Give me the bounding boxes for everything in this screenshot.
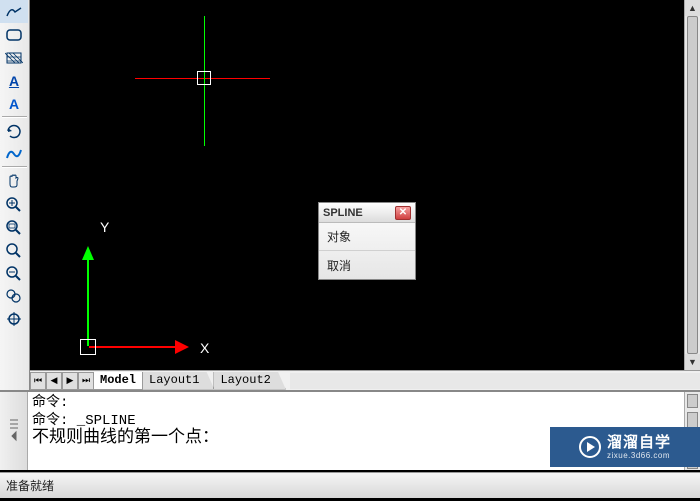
popup-item-cancel[interactable]: 取消	[319, 251, 415, 279]
zoom-window-icon[interactable]	[0, 215, 28, 238]
ucs-y-label: Y	[100, 219, 109, 235]
popup-title: SPLINE	[323, 207, 363, 219]
zoom-in-icon[interactable]	[0, 192, 28, 215]
close-icon[interactable]: ✕	[395, 206, 411, 220]
watermark-logo: 溜溜自学 zixue.3d66.com	[550, 427, 700, 467]
tab-nav-last-icon[interactable]: ⏭	[78, 372, 94, 390]
spline-context-menu: SPLINE ✕ 对象 取消	[318, 202, 416, 280]
tab-nav-first-icon[interactable]: ⏮	[30, 372, 46, 390]
pan-icon[interactable]	[0, 169, 28, 192]
hatch-icon[interactable]	[0, 46, 28, 69]
toolbar-separator	[2, 116, 27, 118]
scroll-up-icon[interactable]	[687, 394, 698, 408]
canvas-scrollbar-vertical[interactable]: ▲ ▼	[684, 0, 700, 370]
ucs-x-label: X	[200, 340, 209, 356]
popup-item-object[interactable]: 对象	[319, 223, 415, 251]
left-toolbar: A A	[0, 0, 30, 390]
tab-nav-next-icon[interactable]: ▶	[62, 372, 78, 390]
command-panel-handle-icon[interactable]	[0, 392, 28, 470]
tab-model[interactable]: Model	[93, 372, 143, 390]
rectangle-icon[interactable]	[0, 23, 28, 46]
layout-tab-bar: ⏮ ◀ ▶ ⏭ Model Layout1 Layout2	[30, 370, 700, 390]
text-annotation-icon[interactable]: A	[0, 69, 28, 92]
play-icon	[579, 436, 601, 458]
status-bar: 准备就绪	[0, 472, 700, 498]
zoom-center-icon[interactable]	[0, 307, 28, 330]
watermark-brand: 溜溜自学	[607, 435, 671, 450]
zoom-scale-icon[interactable]	[0, 284, 28, 307]
text-icon[interactable]: A	[0, 92, 28, 115]
tab-layout1[interactable]: Layout1	[142, 372, 214, 390]
toolbar-separator-2	[2, 166, 27, 168]
drawing-canvas[interactable]: Y X SPLINE ✕ 对象 取消 ▲ ▼	[30, 0, 700, 370]
scroll-thumb[interactable]	[687, 16, 698, 354]
zoom-extents-icon[interactable]	[0, 238, 28, 261]
scroll-up-icon[interactable]: ▲	[685, 0, 700, 16]
polyline-icon[interactable]	[0, 0, 28, 23]
command-history-line: 命令:	[32, 394, 680, 412]
tab-scroll-track[interactable]	[290, 373, 700, 389]
tab-layout2[interactable]: Layout2	[213, 372, 285, 390]
watermark-sub: zixue.3d66.com	[607, 452, 670, 460]
rotate-icon[interactable]	[0, 119, 28, 142]
zoom-realtime-icon[interactable]	[0, 261, 28, 284]
popup-title-bar: SPLINE ✕	[319, 203, 415, 223]
status-text: 准备就绪	[6, 477, 54, 494]
scroll-down-icon[interactable]: ▼	[685, 354, 700, 370]
ucs-icon: Y X	[75, 200, 205, 360]
spline-icon[interactable]	[0, 142, 28, 165]
tab-nav-prev-icon[interactable]: ◀	[46, 372, 62, 390]
